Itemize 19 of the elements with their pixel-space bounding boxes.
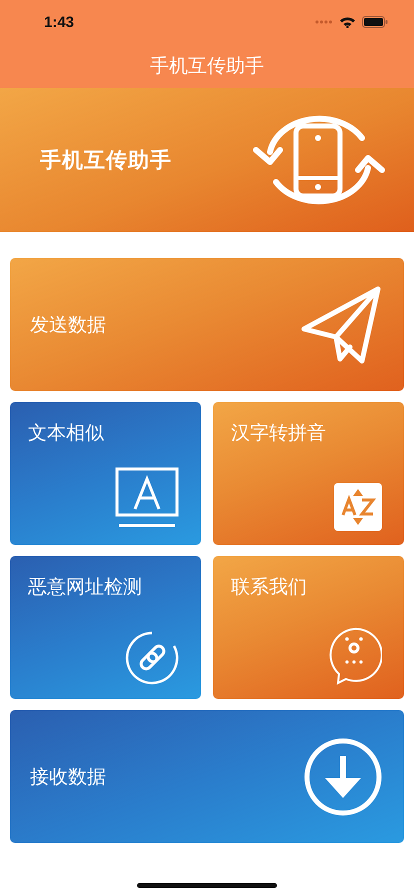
feature-card[interactable]: 文本相似 — [10, 402, 201, 545]
download-icon — [304, 738, 382, 816]
paper-plane-icon — [300, 284, 382, 364]
card-label: 文本相似 — [28, 421, 104, 446]
nav-title: 手机互传助手 — [150, 54, 264, 79]
card-label: 接收数据 — [30, 764, 106, 790]
feature-card[interactable]: 恶意网址检测 — [10, 556, 201, 699]
sort-letters-icon — [334, 483, 382, 531]
card-label: 发送数据 — [30, 312, 106, 338]
card-label: 汉字转拼音 — [231, 421, 326, 446]
card-label: 恶意网址检测 — [28, 575, 142, 600]
feature-card[interactable]: 接收数据 — [10, 710, 404, 843]
card-label: 联系我们 — [231, 575, 307, 600]
link-icon — [125, 631, 179, 685]
signal-icon — [315, 20, 333, 24]
wifi-icon — [339, 16, 356, 28]
battery-icon — [362, 16, 388, 28]
status-time: 1:43 — [44, 14, 74, 30]
banner-title: 手机互传助手 — [40, 147, 172, 174]
